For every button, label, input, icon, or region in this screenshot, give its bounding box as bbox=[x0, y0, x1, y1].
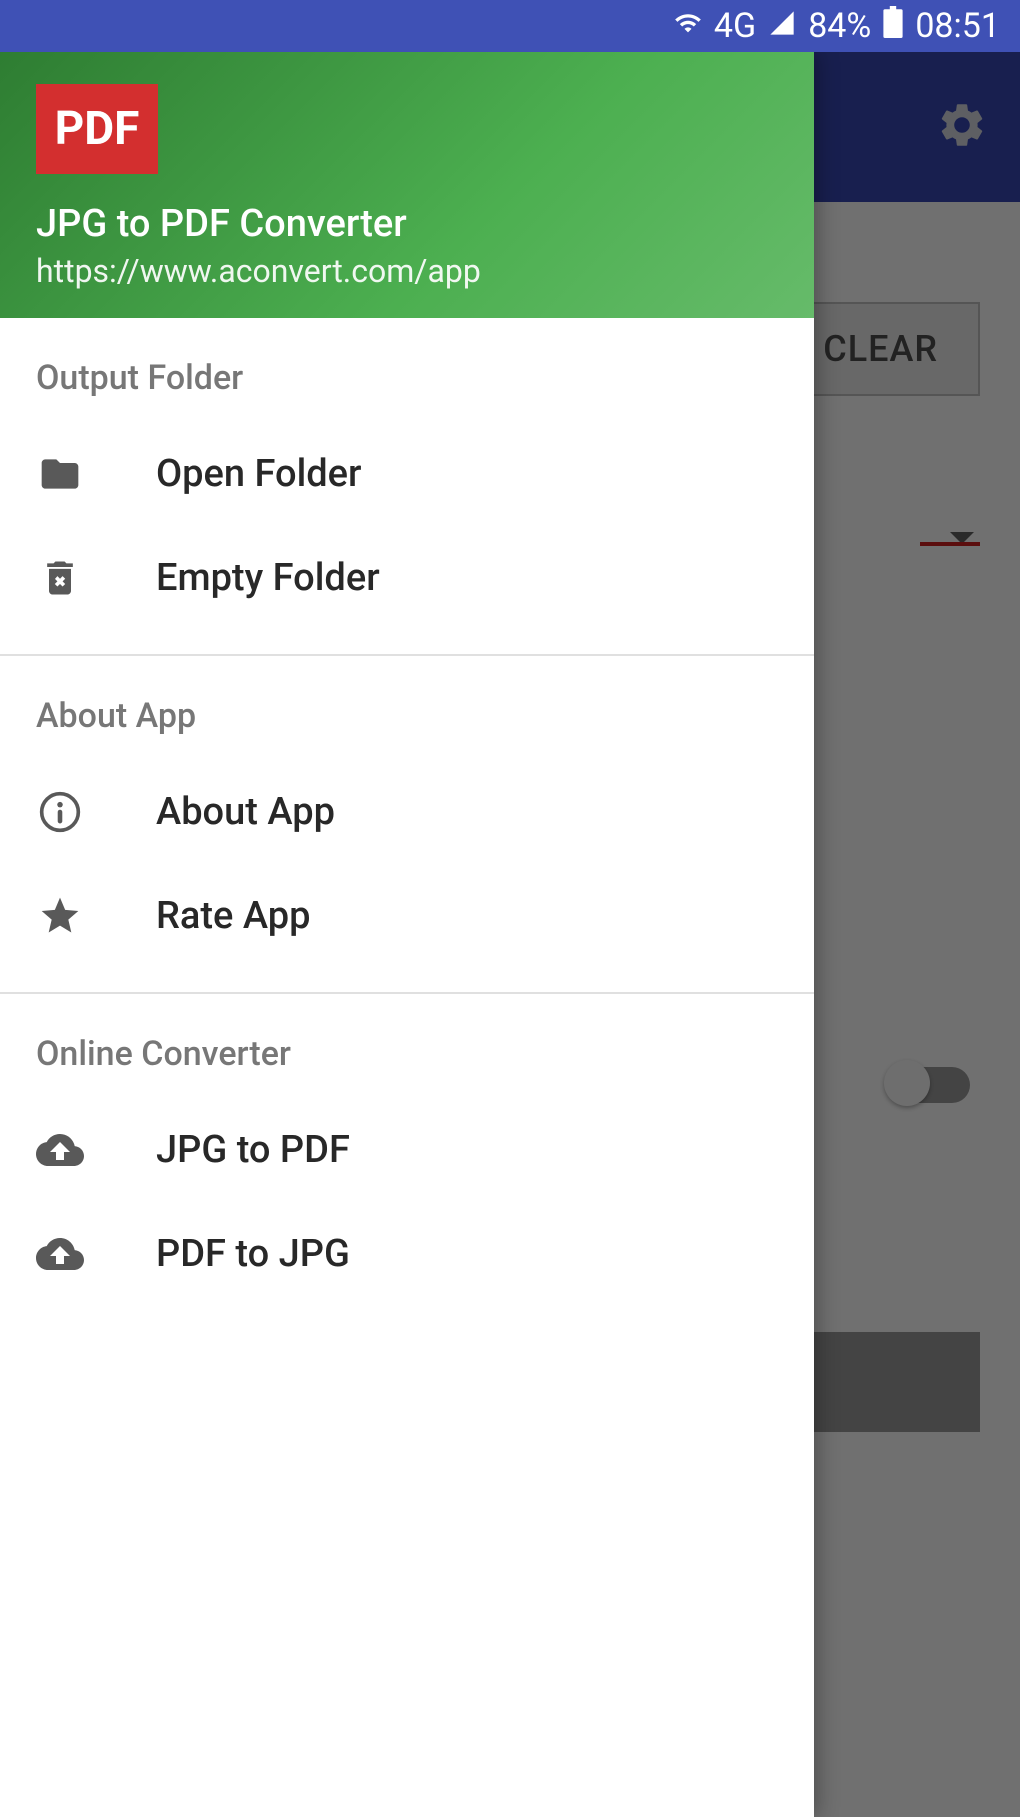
battery-percentage: 84% bbox=[808, 6, 871, 46]
menu-about-app[interactable]: About App bbox=[0, 760, 814, 864]
menu-label: About App bbox=[156, 790, 335, 834]
menu-label: Rate App bbox=[156, 894, 310, 938]
section-header-about: About App bbox=[0, 656, 814, 760]
menu-label: PDF to JPG bbox=[156, 1232, 350, 1276]
signal-icon bbox=[768, 7, 796, 45]
cloud-upload-icon bbox=[36, 1126, 84, 1174]
menu-pdf-to-jpg[interactable]: PDF to JPG bbox=[0, 1202, 814, 1306]
folder-icon bbox=[36, 450, 84, 498]
battery-icon bbox=[883, 6, 903, 46]
network-label: 4G bbox=[714, 6, 756, 46]
drawer-body: Output Folder Open Folder Empty Folder A… bbox=[0, 318, 814, 1817]
app-logo: PDF bbox=[36, 84, 158, 174]
section-header-output: Output Folder bbox=[0, 318, 814, 422]
menu-rate-app[interactable]: Rate App bbox=[0, 864, 814, 968]
delete-icon bbox=[36, 554, 84, 602]
cloud-upload-icon bbox=[36, 1230, 84, 1278]
drawer-header: PDF JPG to PDF Converter https://www.aco… bbox=[0, 52, 814, 318]
menu-open-folder[interactable]: Open Folder bbox=[0, 422, 814, 526]
menu-label: Empty Folder bbox=[156, 556, 380, 600]
navigation-drawer: PDF JPG to PDF Converter https://www.aco… bbox=[0, 52, 814, 1817]
status-bar: 4G 84% 08:51 bbox=[0, 0, 1020, 52]
info-icon bbox=[36, 788, 84, 836]
app-title: JPG to PDF Converter bbox=[36, 202, 778, 246]
section-header-converter: Online Converter bbox=[0, 994, 814, 1098]
app-url: https://www.aconvert.com/app bbox=[36, 252, 778, 290]
star-icon bbox=[36, 892, 84, 940]
menu-label: Open Folder bbox=[156, 452, 361, 496]
menu-jpg-to-pdf[interactable]: JPG to PDF bbox=[0, 1098, 814, 1202]
menu-empty-folder[interactable]: Empty Folder bbox=[0, 526, 814, 630]
wifi-icon bbox=[674, 7, 702, 45]
menu-label: JPG to PDF bbox=[156, 1128, 350, 1172]
clock: 08:51 bbox=[915, 6, 1000, 46]
